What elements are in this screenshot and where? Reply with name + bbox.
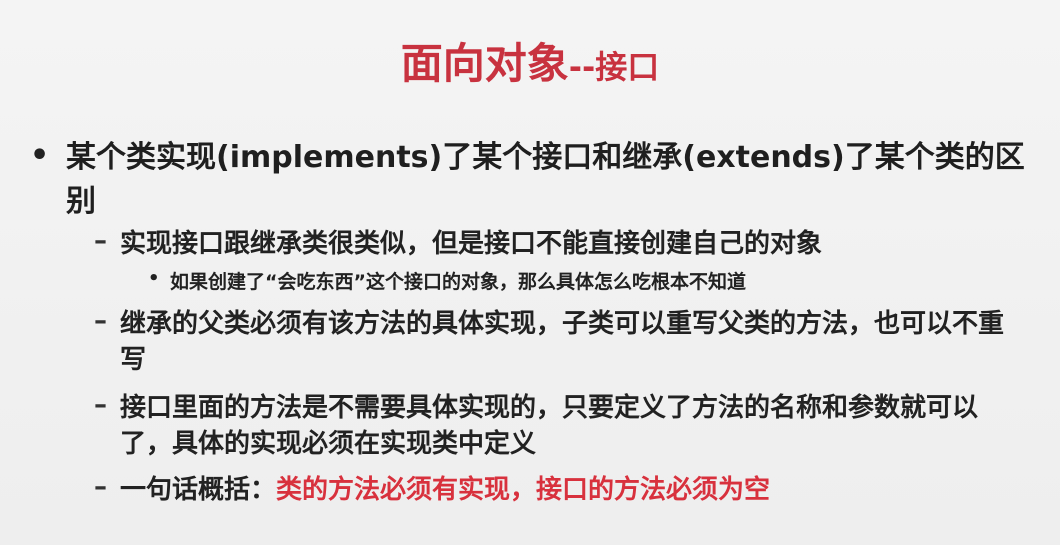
summary-highlight: 类的方法必须有实现，接口的方法必须为空: [276, 475, 771, 505]
bullet-icon: •: [30, 138, 50, 173]
summary-label: 一句话概括：: [120, 475, 277, 505]
sub-point-1-text: 实现接口跟继承类很类似，但是接口不能直接创建自己的对象: [120, 229, 823, 259]
summary-text: 一句话概括：类的方法必须有实现，接口的方法必须为空: [120, 472, 1014, 508]
summary-point: – 一句话概括：类的方法必须有实现，接口的方法必须为空: [94, 472, 1014, 508]
dash-icon: –: [94, 226, 107, 256]
dash-icon: –: [94, 306, 107, 336]
main-point-text: 某个类实现(implements)了某个接口和继承(extends)了某个类的区…: [66, 140, 1025, 219]
title-sub: --接口: [568, 48, 660, 86]
slide-title: 面向对象--接口: [0, 30, 1060, 91]
dash-icon: –: [94, 390, 107, 420]
sub-point-2-text: 继承的父类必须有该方法的具体实现，子类可以重写父类的方法，也可以不重写: [120, 309, 1005, 375]
sub-point-3: – 接口里面的方法是不需要具体实现的，只要定义了方法的名称和参数就可以了，具体的…: [94, 390, 1014, 462]
sub-point-2: – 继承的父类必须有该方法的具体实现，子类可以重写父类的方法，也可以不重写: [94, 306, 1014, 378]
sub-sub-point-text: 如果创建了“会吃东西”这个接口的对象，那么具体怎么吃根本不知道: [170, 271, 746, 293]
sub-point-3-text: 接口里面的方法是不需要具体实现的，只要定义了方法的名称和参数就可以了，具体的实现…: [120, 393, 979, 459]
slide: 面向对象--接口 • 某个类实现(implements)了某个接口和继承(ext…: [0, 0, 1060, 545]
sub-point-1: – 实现接口跟继承类很类似，但是接口不能直接创建自己的对象: [94, 226, 1014, 262]
main-bullet-point: • 某个类实现(implements)了某个接口和继承(extends)了某个类…: [30, 136, 1040, 224]
sub-sub-point: • 如果创建了“会吃东西”这个接口的对象，那么具体怎么吃根本不知道: [148, 268, 1018, 296]
small-bullet-icon: •: [148, 268, 160, 289]
dash-icon: –: [94, 472, 107, 502]
title-main: 面向对象: [400, 39, 569, 88]
